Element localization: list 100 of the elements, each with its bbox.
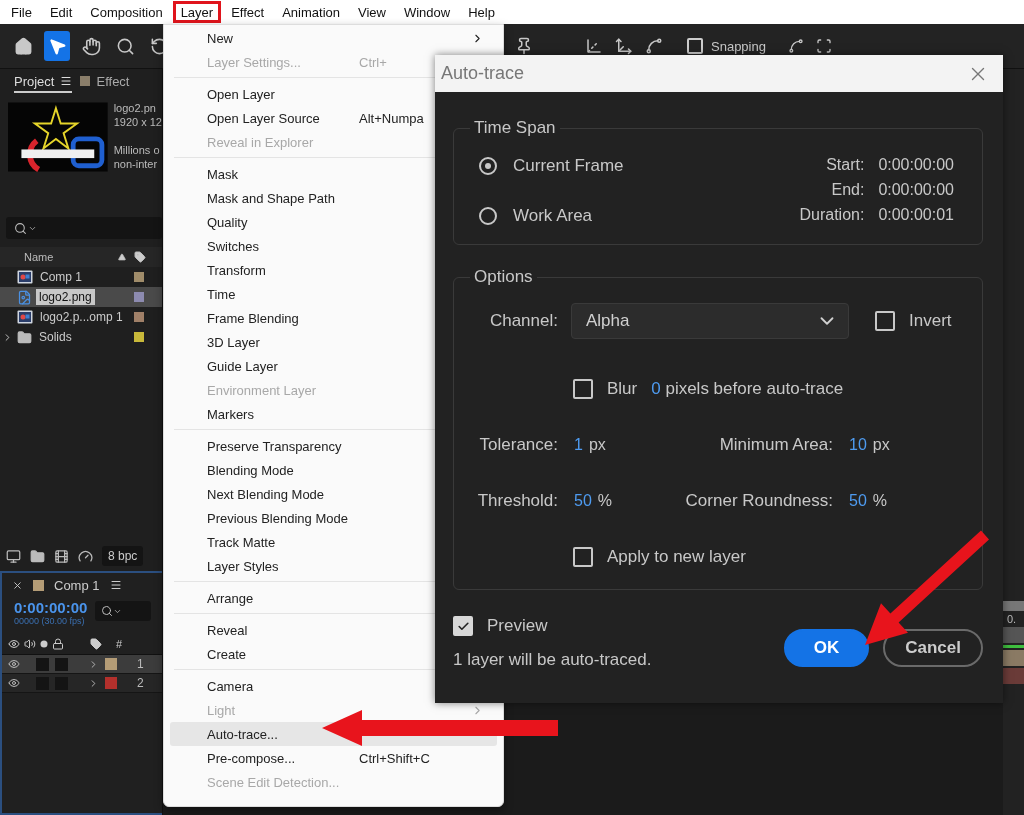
column-label: Name — [24, 251, 55, 263]
label-swatch — [33, 579, 44, 591]
home-icon — [13, 36, 33, 56]
column-label: # — [116, 638, 123, 650]
panel-tab[interactable]: Effect — [80, 71, 130, 93]
field-label: Minimum Area: — [718, 435, 833, 455]
project-item[interactable]: Comp 1 — [0, 267, 162, 287]
dialog-title: Auto-trace — [441, 63, 525, 84]
timecode: 0:00:00:00 — [14, 599, 88, 616]
blur-checkbox[interactable]: Blur — [573, 379, 638, 399]
time-value: 0:00:00:00 — [878, 156, 954, 175]
group-title: Time Span — [473, 118, 557, 138]
shortcut-label: Ctrl+ — [359, 54, 388, 70]
value-field[interactable]: 50 — [574, 492, 592, 510]
layer-bar — [1003, 668, 1024, 684]
search-icon — [101, 605, 114, 617]
ok-button[interactable]: OK — [783, 629, 870, 667]
image-file-icon — [17, 289, 32, 305]
project-item[interactable]: logo2.p...omp 1 — [0, 307, 162, 327]
search-icon — [115, 36, 135, 56]
file-info-text: Millions o — [113, 143, 161, 157]
layer-row[interactable]: 1 — [2, 655, 162, 674]
panel-tab[interactable]: Project — [14, 71, 73, 93]
time-label: End: — [830, 181, 865, 200]
menu-bar-item[interactable]: Animation — [274, 1, 348, 23]
switch-box — [55, 657, 68, 671]
switch-box — [36, 657, 49, 671]
channel-dropdown[interactable]: Alpha — [571, 303, 849, 339]
hand-icon — [81, 36, 101, 56]
search-field[interactable] — [95, 601, 152, 621]
item-name: Comp 1 — [39, 269, 84, 285]
blur-setting-text: 0 pixels before auto-trace — [651, 379, 844, 399]
menu-icon[interactable] — [60, 75, 73, 87]
group-title: Options — [473, 267, 534, 287]
eye-icon[interactable] — [8, 677, 20, 689]
invert-checkbox[interactable]: Invert — [875, 311, 952, 331]
file-info-text: non-inter — [113, 157, 159, 171]
unit-label: % — [597, 492, 613, 510]
eye-icon — [8, 638, 20, 650]
unit-label: px — [872, 436, 890, 454]
layer-row[interactable]: 2 — [2, 674, 162, 693]
menu-bar-item[interactable]: Edit — [41, 1, 81, 23]
value-field[interactable]: 1 — [574, 436, 583, 454]
menu-bar-item[interactable]: Composition — [82, 1, 171, 23]
menu-bar-item[interactable]: Effect — [223, 1, 273, 23]
folder-icon — [17, 329, 32, 345]
menu-bar-item[interactable]: Help — [460, 1, 503, 23]
field-label: Tolerance: — [478, 435, 558, 455]
unit-label: px — [588, 436, 606, 454]
menu-bar-item[interactable]: Layer — [172, 1, 222, 23]
menu-bar-item[interactable]: File — [3, 1, 40, 23]
field-label: Corner Roundness: — [684, 491, 833, 511]
menu-item[interactable]: Pre-compose... Ctrl+Shift+C — [170, 746, 497, 770]
eye-icon[interactable] — [8, 658, 20, 670]
pin-icon[interactable] — [515, 37, 533, 55]
value-field[interactable]: 10 — [849, 436, 867, 454]
footage-icon[interactable] — [6, 548, 21, 564]
apply-checkbox[interactable]: Apply to new layer — [573, 547, 982, 567]
layer-bar — [1003, 627, 1024, 643]
file-info-text: logo2.pn — [113, 101, 157, 115]
preview-checkbox[interactable]: Preview — [453, 616, 652, 636]
search-field[interactable] — [6, 217, 162, 239]
ruler-bar — [1003, 601, 1024, 611]
menu-bar-item[interactable]: View — [350, 1, 394, 23]
menu-bar-item[interactable]: Window — [395, 1, 459, 23]
menu-icon[interactable] — [109, 579, 122, 591]
menu-item[interactable]: New — [170, 26, 497, 50]
tag-icon — [90, 638, 102, 650]
folder-icon[interactable] — [30, 548, 45, 564]
item-name: Solids — [38, 329, 73, 345]
check-icon — [456, 619, 470, 633]
project-item[interactable]: logo2.png — [0, 287, 162, 307]
gauge-icon[interactable] — [78, 548, 93, 564]
frame-rate-text: 00000 (30.00 fps) — [14, 616, 86, 626]
layer-number: 1 — [137, 657, 144, 671]
field-label: Threshold: — [476, 491, 558, 511]
time-value: 0:00:00:00 — [878, 181, 954, 200]
value-field[interactable]: 50 — [849, 492, 867, 510]
bit-depth-button[interactable]: 8 bpc — [102, 546, 144, 566]
item-name: logo2.png — [36, 289, 95, 305]
file-info-text: 1920 x 12 — [113, 115, 162, 129]
status-text: 1 layer will be auto-traced. — [453, 650, 652, 670]
label-swatch — [80, 76, 91, 86]
project-item[interactable]: Solids — [0, 327, 162, 347]
unit-label: % — [872, 492, 888, 510]
frame-icon[interactable] — [815, 38, 832, 54]
radio-option[interactable]: Current Frame — [479, 156, 624, 176]
item-name: logo2.p...omp 1 — [39, 309, 124, 325]
tag-icon — [134, 251, 146, 263]
shortcut-label: Ctrl+Shift+C — [359, 750, 431, 766]
timeline-tab-label: Comp 1 — [54, 577, 100, 593]
snapping-label: Snapping — [711, 38, 766, 54]
search-icon — [14, 221, 27, 235]
radio-option[interactable]: Work Area — [479, 206, 624, 226]
shortcut-label: Alt+Numpa — [359, 110, 425, 126]
layer-bar — [1003, 650, 1024, 666]
ruler-label: 0. — [1006, 613, 1018, 625]
close-icon[interactable] — [12, 579, 23, 591]
work-area-bar — [1003, 645, 1024, 648]
time-label: Duration: — [799, 206, 865, 225]
